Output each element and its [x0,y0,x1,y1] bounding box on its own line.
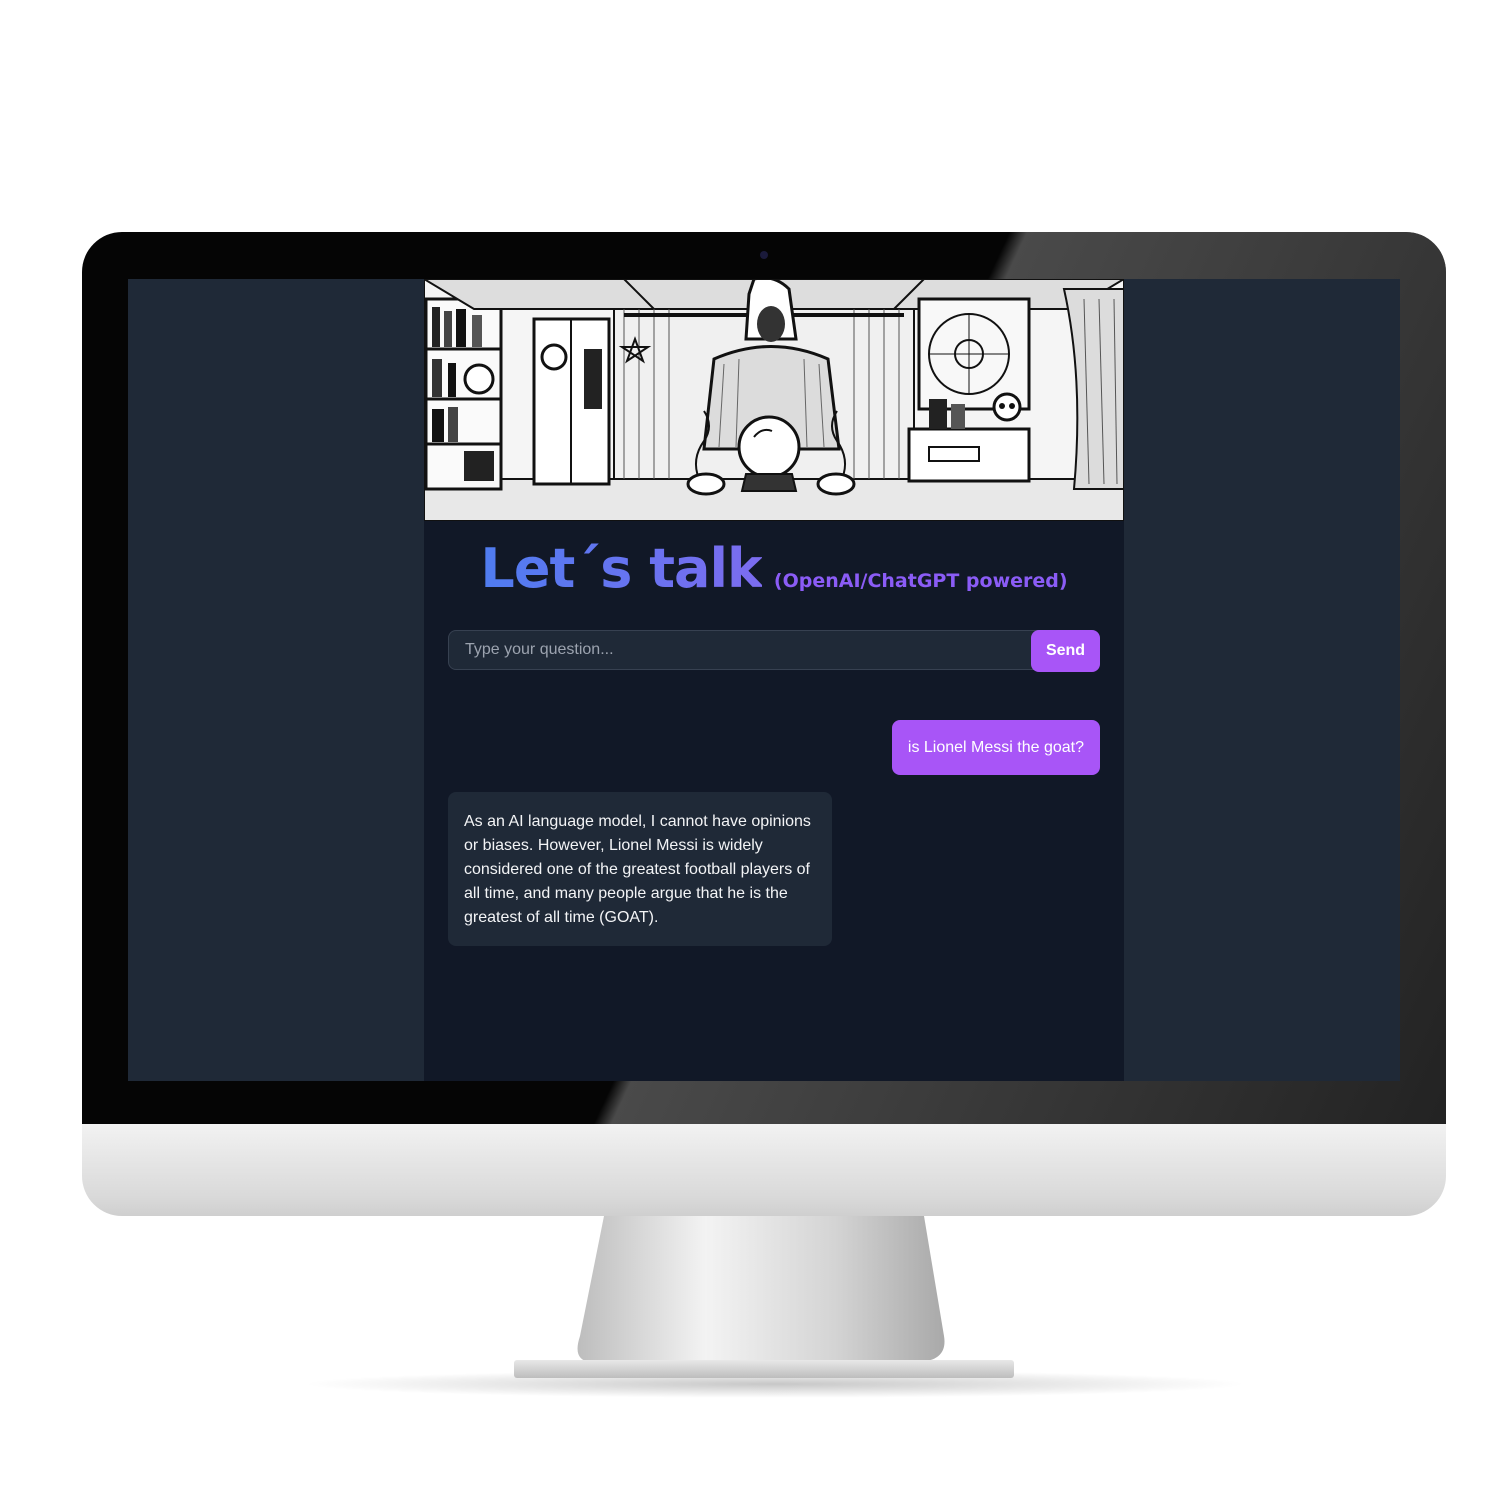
fortune-teller-illustration [424,279,1124,521]
send-button[interactable]: Send [1031,630,1100,672]
user-message-bubble: is Lionel Messi the goat? [891,720,1100,775]
assistant-message-bubble: As an AI language model, I cannot have o… [448,792,832,946]
screen: Let´s talk(OpenAI/ChatGPT powered) Send … [128,279,1400,1081]
hero-image [424,279,1124,521]
app-title: Let´s talk [480,537,762,600]
question-input[interactable] [448,630,1048,670]
app-subtitle: (OpenAI/ChatGPT powered) [773,570,1068,592]
monitor-stand-base [514,1360,1014,1378]
monitor-stand [577,1216,945,1362]
monitor-chin [82,1124,1446,1216]
chat-app-panel: Let´s talk(OpenAI/ChatGPT powered) Send … [424,279,1124,1081]
webcam [760,251,768,259]
question-form: Send [448,630,1100,672]
title-row: Let´s talk (OpenAI/ChatGPT powered) [424,537,1124,600]
